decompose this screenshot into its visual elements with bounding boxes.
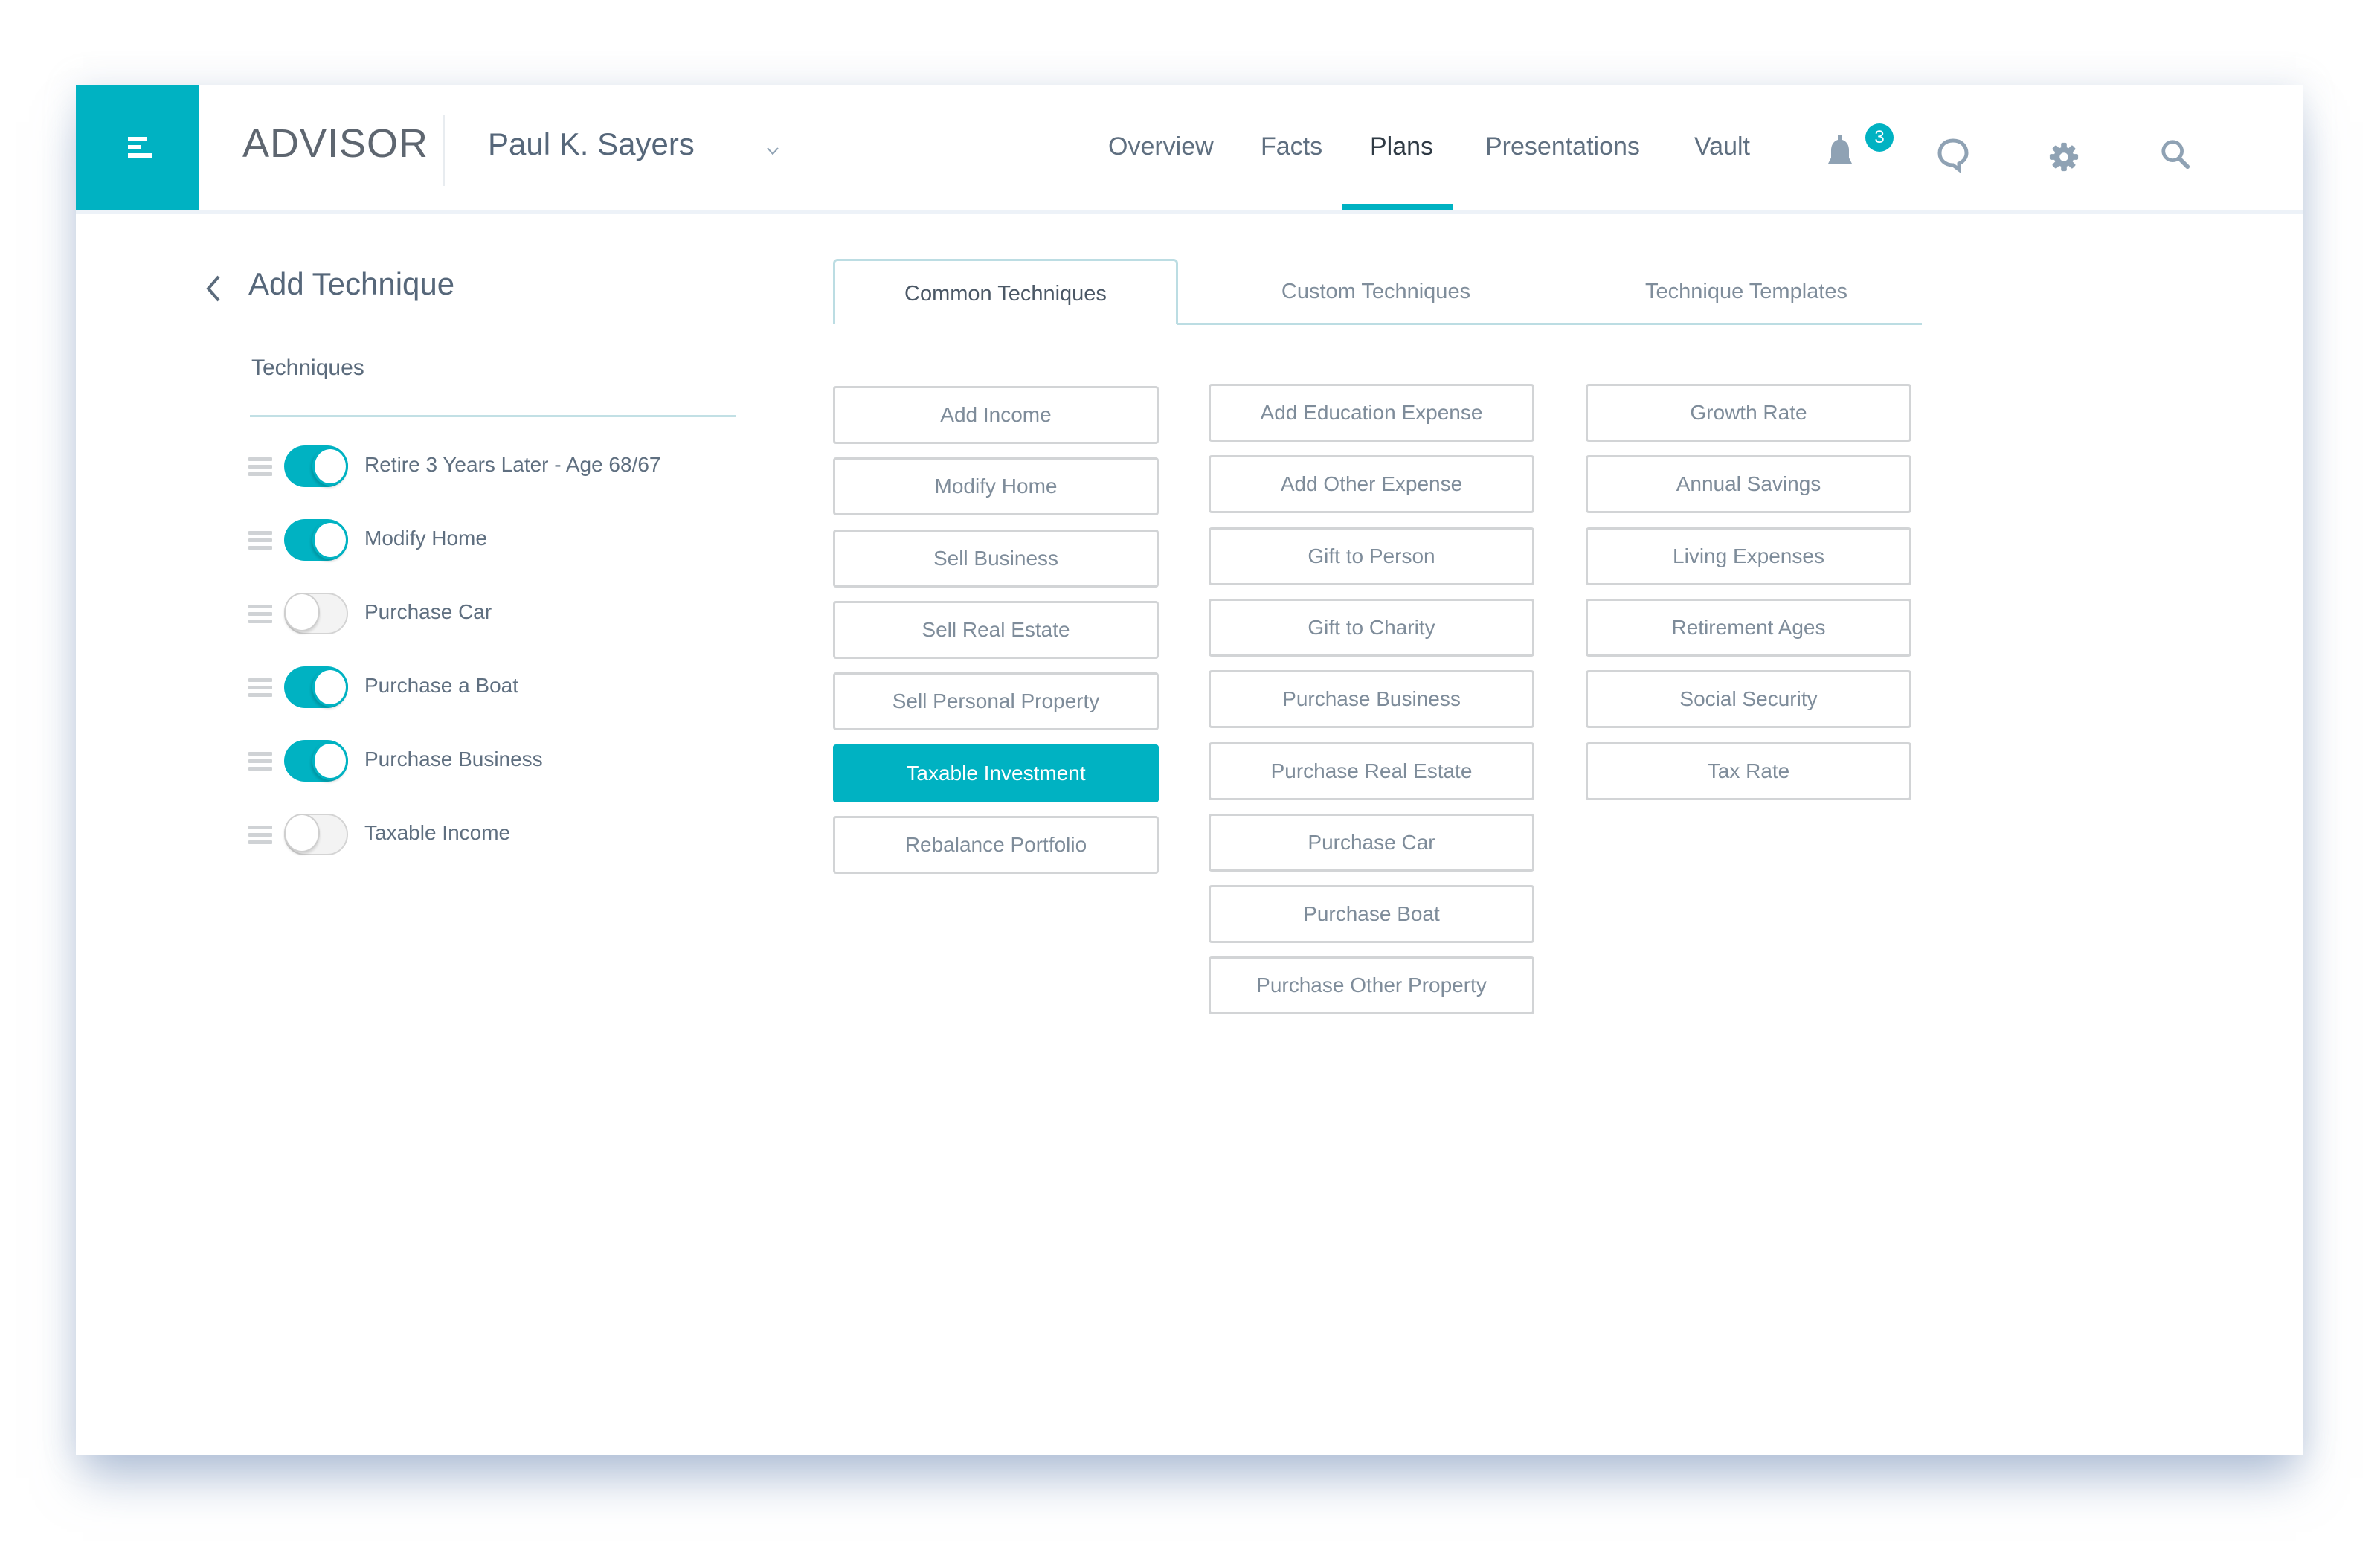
top-header: ADVISOR Paul K. Sayers Overview Facts Pl… (76, 85, 2303, 214)
chevron-down-icon[interactable] (766, 144, 779, 158)
technique-button-sell-real-estate[interactable]: Sell Real Estate (833, 600, 1159, 659)
technique-button-purchase-boat[interactable]: Purchase Boat (1209, 885, 1534, 944)
app-window: ADVISOR Paul K. Sayers Overview Facts Pl… (76, 85, 2303, 1455)
technique-button-add-education-expense[interactable]: Add Education Expense (1209, 384, 1534, 442)
technique-button-annual-savings[interactable]: Annual Savings (1586, 455, 1911, 514)
technique-label: Retire 3 Years Later - Age 68/67 (364, 453, 661, 476)
techniques-label: Techniques (251, 356, 364, 380)
technique-button-social-security[interactable]: Social Security (1586, 670, 1911, 729)
toggle-knob (312, 447, 348, 486)
technique-button-purchase-business[interactable]: Purchase Business (1209, 670, 1534, 729)
technique-button-gift-to-charity[interactable]: Gift to Charity (1209, 598, 1534, 657)
tab-technique-templates[interactable]: Technique Templates (1575, 259, 1917, 324)
technique-label: Taxable Income (364, 821, 511, 844)
technique-button-living-expenses[interactable]: Living Expenses (1586, 527, 1911, 585)
techniques-divider (250, 415, 736, 417)
technique-toggle[interactable] (284, 593, 348, 634)
technique-button-purchase-real-estate[interactable]: Purchase Real Estate (1209, 741, 1534, 800)
menu-button[interactable] (76, 85, 199, 210)
nav-overview[interactable]: Overview (1108, 132, 1214, 161)
technique-toggle[interactable] (284, 519, 348, 561)
nav-vault[interactable]: Vault (1694, 132, 1750, 161)
technique-list-item: Modify Home (248, 519, 754, 564)
technique-label: Purchase a Boat (364, 674, 519, 697)
toggle-knob (312, 668, 348, 707)
technique-button-gift-to-person[interactable]: Gift to Person (1209, 527, 1534, 585)
technique-button-rebalance-portfolio[interactable]: Rebalance Portfolio (833, 815, 1159, 874)
tab-custom-techniques[interactable]: Custom Techniques (1205, 259, 1547, 324)
technique-button-taxable-investment[interactable]: Taxable Investment (833, 744, 1159, 802)
drag-handle-icon[interactable] (248, 752, 272, 771)
menu-icon (128, 137, 147, 141)
technique-button-modify-home[interactable]: Modify Home (833, 457, 1159, 516)
technique-button-sell-business[interactable]: Sell Business (833, 529, 1159, 588)
toggle-knob (284, 814, 320, 852)
technique-toggle[interactable] (284, 445, 348, 487)
technique-button-tax-rate[interactable]: Tax Rate (1586, 741, 1911, 800)
nav-presentations[interactable]: Presentations (1485, 132, 1640, 161)
technique-list-item: Taxable Income (248, 814, 754, 858)
technique-tabs: Common Techniques Custom Techniques Tech… (833, 259, 1922, 325)
gear-icon[interactable] (2048, 141, 2080, 173)
technique-list-item: Purchase Business (248, 740, 754, 785)
technique-list-item: Purchase a Boat (248, 666, 754, 711)
client-selector[interactable]: Paul K. Sayers (488, 126, 695, 162)
chevron-left-icon[interactable] (202, 272, 225, 305)
toggle-knob (284, 593, 320, 631)
technique-label: Purchase Business (364, 747, 543, 770)
search-icon[interactable] (2160, 138, 2191, 170)
technique-label: Purchase Car (364, 600, 492, 623)
technique-button-purchase-other-property[interactable]: Purchase Other Property (1209, 956, 1534, 1015)
drag-handle-icon[interactable] (248, 826, 272, 845)
drag-handle-icon[interactable] (248, 678, 272, 698)
drag-handle-icon[interactable] (248, 531, 272, 550)
notification-badge: 3 (1865, 123, 1894, 152)
page-title: Add Technique (248, 266, 455, 301)
drag-handle-icon[interactable] (248, 605, 272, 624)
technique-button-purchase-car[interactable]: Purchase Car (1209, 813, 1534, 872)
chat-icon[interactable] (1937, 138, 1969, 174)
drag-handle-icon[interactable] (248, 457, 272, 477)
technique-button-add-other-expense[interactable]: Add Other Expense (1209, 455, 1534, 514)
nav-active-indicator (1342, 204, 1453, 210)
menu-icon-bar (128, 153, 152, 158)
nav-facts[interactable]: Facts (1261, 132, 1322, 161)
technique-toggle[interactable] (284, 666, 348, 708)
bell-icon[interactable] (1825, 134, 1855, 167)
technique-toggle[interactable] (284, 740, 348, 782)
technique-toggle[interactable] (284, 814, 348, 855)
technique-list-item: Retire 3 Years Later - Age 68/67 (248, 445, 754, 490)
technique-button-sell-personal-property[interactable]: Sell Personal Property (833, 672, 1159, 731)
technique-label: Modify Home (364, 527, 487, 550)
header-divider (443, 115, 445, 186)
app-brand: ADVISOR (242, 121, 429, 166)
menu-icon-bar (128, 145, 141, 149)
technique-button-add-income[interactable]: Add Income (833, 386, 1159, 444)
technique-list-item: Purchase Car (248, 593, 754, 637)
tab-common-techniques[interactable]: Common Techniques (833, 259, 1178, 324)
technique-button-growth-rate[interactable]: Growth Rate (1586, 384, 1911, 442)
technique-button-retirement-ages[interactable]: Retirement Ages (1586, 598, 1911, 657)
toggle-knob (312, 741, 348, 780)
toggle-knob (312, 521, 348, 559)
nav-plans[interactable]: Plans (1370, 132, 1433, 161)
